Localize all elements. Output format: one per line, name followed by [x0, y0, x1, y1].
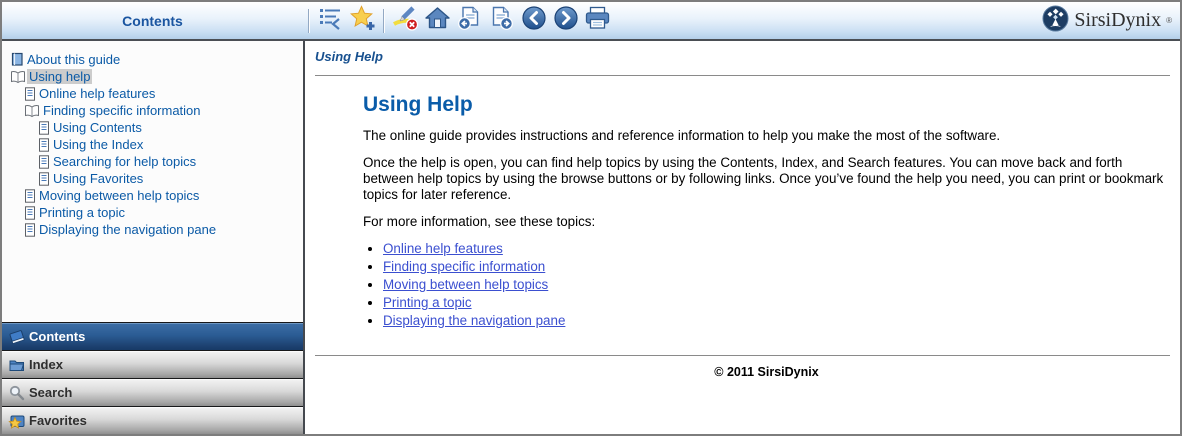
tree-item-label[interactable]: Online help features — [37, 86, 157, 101]
page-icon — [38, 121, 50, 135]
page-icon — [38, 172, 50, 186]
pane-title: Contents — [122, 13, 183, 29]
tree-item-label[interactable]: Moving between help topics — [37, 188, 201, 203]
nav-tab-favorites[interactable]: Favorites — [2, 406, 303, 434]
hide-navigation-button[interactable] — [317, 7, 344, 34]
tree-item-label[interactable]: Using the Index — [51, 137, 145, 152]
nav-tab-label: Search — [29, 385, 72, 400]
tree-item-label[interactable]: Searching for help topics — [51, 154, 198, 169]
nav-accordion: Contents Index Search Favorites — [2, 322, 303, 434]
home-button[interactable] — [424, 7, 451, 34]
remove-highlight-icon — [392, 5, 419, 36]
tree-item-label[interactable]: Printing a topic — [37, 205, 127, 220]
topic-paragraph: For more information, see these topics: — [363, 214, 1168, 230]
book-icon — [8, 329, 26, 345]
nav-tab-contents[interactable]: Contents — [2, 322, 303, 350]
copyright: © 2011 SirsiDynix — [363, 365, 1170, 379]
print-button[interactable] — [584, 7, 611, 34]
sirsidynix-logo-icon — [1042, 5, 1069, 37]
toolbar-separator — [383, 9, 385, 33]
tree-item-moving-between-help-topics[interactable]: Moving between help topics — [6, 187, 299, 204]
topic-links-list: Online help features Finding specific inf… — [363, 241, 1168, 328]
page-icon — [38, 155, 50, 169]
add-favorite-button[interactable] — [349, 7, 376, 34]
forward-icon — [553, 5, 579, 36]
tree-item-using-favorites[interactable]: Using Favorites — [6, 170, 299, 187]
tree-item-finding-specific-information[interactable]: Finding specific information — [6, 102, 299, 119]
contents-tree: About this guide Using help Online help fe… — [2, 41, 303, 322]
back-button[interactable] — [520, 7, 547, 34]
topic-paragraph: The online guide provides instructions a… — [363, 128, 1168, 144]
topic-link-printing-a-topic[interactable]: Printing a topic — [383, 295, 472, 310]
hide-navigation-icon — [318, 5, 344, 36]
nav-tab-search[interactable]: Search — [2, 378, 303, 406]
tree-item-using-help[interactable]: Using help — [6, 68, 299, 85]
breadcrumb: Using Help — [315, 49, 1170, 64]
tree-item-label[interactable]: Finding specific information — [41, 103, 203, 118]
top-divider — [315, 75, 1170, 76]
tree-item-about-this-guide[interactable]: About this guide — [6, 51, 299, 68]
tree-item-label[interactable]: About this guide — [25, 52, 122, 67]
help-window: Contents SirsiDynix ® About this guide Usi… — [0, 0, 1182, 436]
logo-text: SirsiDynix — [1074, 9, 1161, 32]
contents-pane-header: Contents — [2, 13, 303, 29]
page-icon — [24, 223, 36, 237]
tree-item-label[interactable]: Using Contents — [51, 120, 144, 135]
page-title: Using Help — [363, 93, 1168, 117]
main-area: About this guide Using help Online help fe… — [2, 41, 1180, 434]
bottom-divider — [315, 355, 1170, 356]
open-book-icon — [10, 70, 26, 84]
topic-link-displaying-the-navigation-pane[interactable]: Displaying the navigation pane — [383, 313, 565, 328]
back-icon — [521, 5, 547, 36]
top-strip: Contents SirsiDynix ® — [2, 2, 1180, 41]
topic-link-item: Displaying the navigation pane — [383, 313, 1168, 328]
closed-book-icon — [10, 52, 24, 67]
tree-item-using-contents[interactable]: Using Contents — [6, 119, 299, 136]
nav-tab-label: Favorites — [29, 413, 87, 428]
topic-link-item: Printing a topic — [383, 295, 1168, 310]
print-icon — [584, 5, 611, 36]
tree-item-using-the-index[interactable]: Using the Index — [6, 136, 299, 153]
page-icon — [38, 138, 50, 152]
topic-link-moving-between-help-topics[interactable]: Moving between help topics — [383, 277, 548, 292]
sirsidynix-logo: SirsiDynix ® — [1042, 2, 1172, 39]
topic-link-item: Finding specific information — [383, 259, 1168, 274]
topic-link-item: Online help features — [383, 241, 1168, 256]
tree-item-label[interactable]: Using help — [27, 69, 92, 84]
tree-item-label[interactable]: Using Favorites — [51, 171, 145, 186]
nav-tab-label: Index — [29, 357, 63, 372]
remove-highlight-button[interactable] — [392, 7, 419, 34]
open-book-icon — [24, 104, 40, 118]
topic-link-item: Moving between help topics — [383, 277, 1168, 292]
topic-body: Using Help The online guide provides ins… — [363, 93, 1168, 328]
nav-tab-label: Contents — [29, 329, 85, 344]
page-icon — [24, 206, 36, 220]
forward-button[interactable] — [552, 7, 579, 34]
topic-link-finding-specific-information[interactable]: Finding specific information — [383, 259, 545, 274]
tree-item-label[interactable]: Displaying the navigation pane — [37, 222, 218, 237]
tree-item-displaying-the-navigation-pane[interactable]: Displaying the navigation pane — [6, 221, 299, 238]
add-favorite-icon — [350, 5, 376, 36]
topic-link-online-help-features[interactable]: Online help features — [383, 241, 503, 256]
previous-topic-button[interactable] — [456, 7, 483, 34]
navigation-pane: About this guide Using help Online help fe… — [2, 41, 305, 434]
tree-item-searching-for-help-topics[interactable]: Searching for help topics — [6, 153, 299, 170]
toolbar — [303, 7, 611, 34]
nav-tab-index[interactable]: Index — [2, 350, 303, 378]
toolbar-separator — [308, 9, 310, 33]
page-icon — [24, 87, 36, 101]
search-icon — [8, 385, 26, 401]
favorites-icon — [8, 413, 26, 429]
topic-paragraph: Once the help is open, you can find help… — [363, 155, 1168, 203]
page-icon — [24, 189, 36, 203]
home-icon — [424, 5, 451, 36]
topic-content: Using Help Using Help The online guide p… — [305, 41, 1180, 434]
index-folder-icon — [8, 357, 26, 373]
tree-item-online-help-features[interactable]: Online help features — [6, 85, 299, 102]
next-topic-icon — [488, 5, 515, 36]
registered-mark: ® — [1166, 16, 1172, 25]
previous-topic-icon — [456, 5, 483, 36]
next-topic-button[interactable] — [488, 7, 515, 34]
tree-item-printing-a-topic[interactable]: Printing a topic — [6, 204, 299, 221]
